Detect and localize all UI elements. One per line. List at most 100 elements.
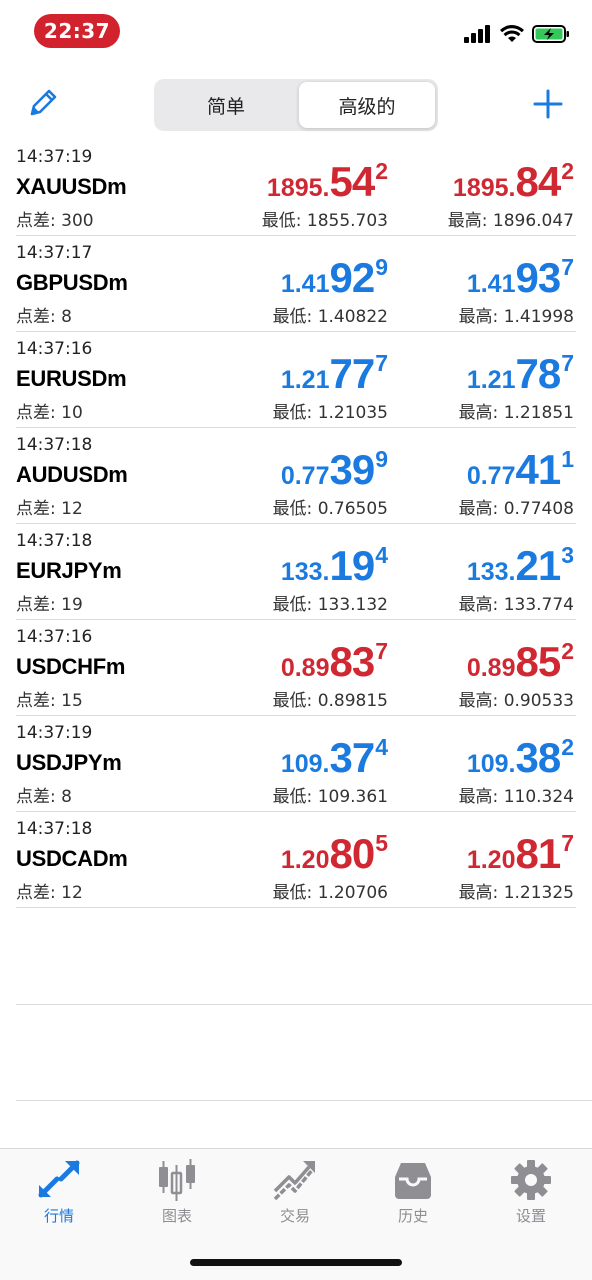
price-prefix: 1.21 — [280, 366, 330, 394]
quote-row[interactable]: 14:37:16 USDCHFm 点差: 15 0.89837 0.89852 … — [16, 620, 576, 716]
price-pips: 41 — [515, 446, 561, 493]
ask-price[interactable]: 1895.842 — [453, 158, 574, 205]
price-fraction: 2 — [375, 158, 388, 184]
history-inbox-icon — [395, 1163, 431, 1199]
quote-low: 最低: 0.89815 — [272, 691, 388, 711]
price-pips: 54 — [329, 158, 375, 205]
price-fraction: 1 — [561, 446, 574, 472]
quote-high: 最高: 110.324 — [458, 787, 574, 807]
ask-price[interactable]: 0.89852 — [466, 638, 574, 685]
tab-history[interactable]: 历史 — [354, 1159, 472, 1229]
status-bar: 22:37 — [0, 0, 592, 62]
quote-row[interactable]: 14:37:18 USDCADm 点差: 12 1.20805 1.20817 … — [16, 812, 576, 908]
price-prefix: 0.89 — [466, 654, 516, 682]
tab-charts[interactable]: 图表 — [118, 1159, 236, 1229]
price-prefix: 1895. — [266, 174, 330, 202]
quote-symbol: USDJPYm — [16, 750, 122, 775]
quote-low: 最低: 1.40822 — [272, 307, 388, 327]
wifi-icon — [500, 25, 524, 42]
quote-spread: 点差: 10 — [16, 403, 83, 423]
quote-symbol: USDCADm — [16, 846, 128, 871]
quote-spread: 点差: 8 — [16, 787, 72, 807]
price-prefix: 1.41 — [280, 270, 330, 298]
ask-price[interactable]: 133.213 — [466, 542, 574, 589]
quotes-arrows-icon — [38, 1160, 80, 1198]
price-prefix: 1.20 — [280, 846, 330, 874]
quote-spread: 点差: 12 — [16, 499, 83, 519]
price-fraction: 2 — [561, 734, 574, 760]
tab-label: 交易 — [279, 1207, 310, 1225]
price-pips: 81 — [515, 830, 561, 877]
price-pips: 39 — [329, 446, 375, 493]
bid-price[interactable]: 0.89837 — [281, 638, 388, 685]
bid-price[interactable]: 1.21777 — [280, 350, 388, 397]
quote-row[interactable]: 14:37:18 EURJPYm 点差: 19 133.194 133.213 … — [16, 524, 576, 620]
quote-row[interactable]: 14:37:19 XAUUSDm 点差: 300 1895.542 1895.8… — [16, 140, 576, 236]
price-pips: 93 — [515, 254, 561, 301]
price-prefix: 133. — [466, 558, 516, 586]
price-pips: 19 — [329, 542, 375, 589]
quote-high: 最高: 0.77408 — [458, 499, 574, 519]
quote-symbol: XAUUSDm — [16, 174, 127, 199]
price-pips: 83 — [329, 638, 375, 685]
battery-charging-icon — [532, 25, 569, 43]
price-fraction: 9 — [375, 446, 388, 472]
tab-label: 历史 — [397, 1207, 428, 1225]
quote-symbol: AUDUSDm — [16, 462, 128, 487]
segment-advanced[interactable]: 高级的 — [299, 82, 435, 128]
quote-symbol: USDCHFm — [16, 654, 126, 679]
quote-high: 最高: 1.21851 — [458, 403, 574, 423]
add-symbol-plus-icon[interactable] — [532, 88, 564, 120]
empty-row-divider — [16, 1004, 592, 1005]
quote-row[interactable]: 14:37:17 GBPUSDm 点差: 8 1.41929 1.41937 最… — [16, 236, 576, 332]
price-fraction: 7 — [561, 254, 574, 280]
edit-pencil-icon[interactable] — [26, 86, 60, 120]
price-fraction: 7 — [561, 350, 574, 376]
quote-row[interactable]: 14:37:16 EURUSDm 点差: 10 1.21777 1.21787 … — [16, 332, 576, 428]
quote-time: 14:37:18 — [16, 435, 93, 455]
quote-spread: 点差: 300 — [16, 211, 94, 231]
status-icons — [464, 24, 570, 44]
view-mode-segmented-control: 简单 高级的 — [154, 79, 438, 131]
quote-high: 最高: 0.90533 — [458, 691, 574, 711]
tab-settings[interactable]: 设置 — [472, 1159, 590, 1229]
ask-price[interactable]: 0.77411 — [467, 446, 574, 493]
quote-spread: 点差: 8 — [16, 307, 72, 327]
bid-price[interactable]: 1895.542 — [266, 158, 388, 205]
price-prefix: 1.41 — [466, 270, 516, 298]
ask-price[interactable]: 1.41937 — [466, 254, 574, 301]
bid-price[interactable]: 1.41929 — [280, 254, 388, 301]
price-prefix: 133. — [280, 558, 330, 586]
quote-high: 最高: 1896.047 — [447, 211, 574, 231]
quote-symbol: EURUSDm — [16, 366, 127, 391]
bid-price[interactable]: 109.374 — [281, 734, 388, 781]
price-pips: 37 — [329, 734, 375, 781]
quote-time: 14:37:18 — [16, 819, 93, 839]
bid-price[interactable]: 0.77399 — [281, 446, 388, 493]
price-fraction: 4 — [375, 542, 388, 568]
quote-low: 最低: 1855.703 — [261, 211, 388, 231]
ask-price[interactable]: 109.382 — [466, 734, 574, 781]
tab-trade[interactable]: 交易 — [236, 1159, 354, 1229]
price-pips: 84 — [515, 158, 561, 205]
quote-low: 最低: 133.132 — [272, 595, 388, 615]
tab-label: 行情 — [43, 1207, 74, 1225]
home-indicator — [190, 1259, 402, 1266]
status-time: 22:37 — [34, 14, 120, 48]
quote-row[interactable]: 14:37:18 AUDUSDm 点差: 12 0.77399 0.77411 … — [16, 428, 576, 524]
quote-spread: 点差: 15 — [16, 691, 83, 711]
bid-price[interactable]: 133.194 — [280, 542, 388, 589]
bid-price[interactable]: 1.20805 — [280, 830, 388, 877]
segment-simple[interactable]: 简单 — [158, 82, 294, 128]
price-fraction: 9 — [375, 254, 388, 280]
price-prefix: 109. — [466, 750, 516, 778]
price-prefix: 1.21 — [466, 366, 516, 394]
price-fraction: 7 — [375, 350, 388, 376]
trade-trend-icon — [273, 1161, 315, 1201]
ask-price[interactable]: 1.21787 — [466, 350, 574, 397]
ask-price[interactable]: 1.20817 — [467, 830, 574, 877]
tab-quotes[interactable]: 行情 — [0, 1159, 118, 1229]
gear-icon — [511, 1160, 551, 1200]
quote-row[interactable]: 14:37:19 USDJPYm 点差: 8 109.374 109.382 最… — [16, 716, 576, 812]
price-fraction: 7 — [375, 638, 388, 664]
